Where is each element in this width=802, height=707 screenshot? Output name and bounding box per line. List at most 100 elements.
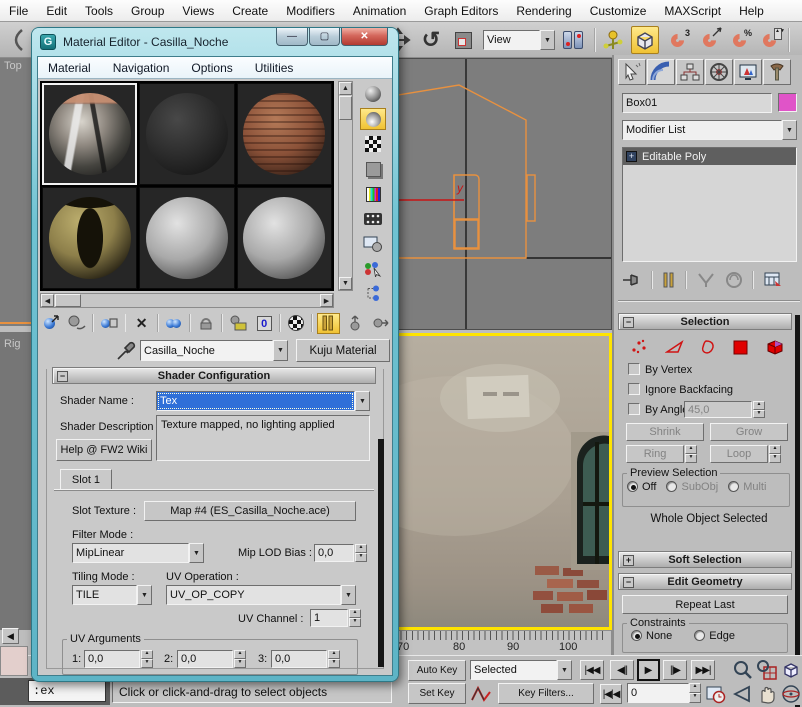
go-forward-to-sibling-icon[interactable]: [370, 313, 392, 334]
uv-arg2-spinner[interactable]: ▲▼: [234, 650, 246, 668]
selection-rollout-header[interactable]: − Selection: [618, 313, 792, 330]
shrink-button[interactable]: Shrink: [626, 423, 704, 441]
repeat-last-button[interactable]: Repeat Last: [622, 595, 788, 614]
material-editor-window[interactable]: G Material Editor - Casilla_Noche — ▢ ✕ …: [32, 28, 398, 681]
menu-animation[interactable]: Animation: [344, 4, 415, 18]
chevron-down-icon[interactable]: ▼: [355, 391, 370, 411]
make-material-copy-icon[interactable]: [163, 313, 185, 334]
percent-snap-toggle-icon[interactable]: %: [726, 27, 752, 53]
expand-icon[interactable]: +: [626, 151, 637, 162]
help-fw2-wiki-button[interactable]: Help @ FW2 Wiki: [56, 439, 152, 461]
object-color-swatch[interactable]: [778, 93, 797, 112]
modifier-stack[interactable]: + Editable Poly: [622, 147, 797, 262]
shader-configuration-rollout-header[interactable]: − Shader Configuration: [52, 367, 376, 384]
constraint-edge-radio[interactable]: Edge: [694, 630, 735, 642]
menu-maxscript[interactable]: MAXScript: [655, 4, 730, 18]
frame-spinner[interactable]: ▲▼: [689, 683, 701, 703]
vertex-mode-icon[interactable]: [630, 339, 650, 355]
constraint-none-radio[interactable]: None: [631, 630, 672, 642]
preview-off-radio[interactable]: Off: [627, 481, 656, 493]
zoom-extents-icon[interactable]: [780, 659, 802, 681]
show-end-result-stack-icon[interactable]: [662, 271, 676, 289]
pick-material-eyedropper-icon[interactable]: [116, 341, 136, 361]
field-of-view-icon[interactable]: [732, 683, 754, 705]
loop-button[interactable]: Loop: [710, 445, 768, 463]
maximize-button[interactable]: ▢: [309, 28, 340, 46]
tab-display[interactable]: [734, 59, 762, 85]
shader-name-dropdown[interactable]: Tex ▼: [156, 391, 370, 411]
video-color-check-icon[interactable]: [360, 183, 386, 205]
grow-button[interactable]: Grow: [710, 423, 788, 441]
material-editor-scrollbar[interactable]: [378, 439, 384, 667]
go-to-end-button[interactable]: ▶▶|: [691, 660, 715, 680]
material-sample-1[interactable]: [42, 83, 137, 185]
me-menu-options[interactable]: Options: [181, 61, 244, 75]
tiling-mode-dropdown[interactable]: TILE ▼: [72, 585, 152, 605]
panel-scrollbar[interactable]: [795, 315, 800, 707]
by-angle-checkbox[interactable]: [628, 403, 640, 415]
menu-customize[interactable]: Customize: [581, 4, 656, 18]
ignore-backfacing-row[interactable]: Ignore Backfacing: [628, 383, 733, 396]
ignore-backfacing-checkbox[interactable]: [628, 383, 640, 395]
put-material-to-scene-icon[interactable]: [66, 313, 88, 334]
assign-material-to-selection-icon[interactable]: [98, 313, 120, 334]
tab-utilities[interactable]: [763, 59, 791, 85]
uv-arg3-field[interactable]: 0,0: [271, 650, 327, 668]
viewport-top-strip[interactable]: Top: [0, 58, 32, 326]
material-sample-6[interactable]: [237, 187, 332, 289]
angle-snap-toggle-icon[interactable]: 3: [664, 27, 690, 53]
material-sample-4[interactable]: [42, 187, 137, 289]
menu-edit[interactable]: Edit: [37, 4, 76, 18]
auto-key-button[interactable]: Auto Key: [408, 660, 466, 681]
zoom-icon[interactable]: [732, 659, 754, 681]
uv-arg2-field[interactable]: 0,0: [177, 650, 233, 668]
go-to-start-button[interactable]: |◀◀: [580, 660, 604, 680]
soft-selection-rollout-header[interactable]: + Soft Selection: [618, 551, 792, 568]
material-sample-5[interactable]: [139, 187, 234, 289]
current-frame-field[interactable]: 0: [627, 683, 689, 703]
reset-map-icon[interactable]: ✕: [130, 313, 152, 334]
select-and-scale-icon[interactable]: [450, 27, 476, 53]
selection-set-dropdown[interactable]: Selected ▼: [470, 660, 572, 680]
tab-create[interactable]: [618, 59, 646, 85]
time-configuration-icon[interactable]: [706, 684, 726, 704]
loop-spinner[interactable]: ▲▼: [769, 445, 781, 463]
collapse-icon[interactable]: −: [623, 317, 634, 328]
palette-hscrollbar[interactable]: ◀ ▶: [40, 293, 334, 308]
slot-1-tab[interactable]: Slot 1: [60, 469, 112, 490]
use-pivot-point-center-icon[interactable]: [560, 27, 586, 53]
show-end-result-icon[interactable]: [317, 313, 339, 334]
material-id-channel-icon[interactable]: 0: [253, 313, 275, 334]
menu-rendering[interactable]: Rendering: [507, 4, 580, 18]
play-button[interactable]: ▶: [637, 659, 660, 681]
track-bar[interactable]: 70 80 90 100: [390, 630, 612, 657]
menu-modifiers[interactable]: Modifiers: [277, 4, 344, 18]
go-to-parent-icon[interactable]: [344, 313, 366, 334]
chevron-down-icon[interactable]: ▼: [540, 30, 555, 50]
chevron-down-icon[interactable]: ▼: [341, 585, 356, 605]
by-angle-field[interactable]: 45,0: [684, 401, 752, 418]
preview-multi-radio[interactable]: Multi: [728, 481, 766, 493]
select-and-rotate-icon[interactable]: ↺: [418, 27, 444, 53]
pin-stack-icon[interactable]: [622, 271, 642, 289]
uv-operation-dropdown[interactable]: UV_OP_COPY ▼: [166, 585, 356, 605]
make-preview-icon[interactable]: [360, 208, 386, 230]
mip-lod-bias-field[interactable]: 0,0: [314, 544, 354, 562]
make-unique-icon[interactable]: [195, 313, 217, 334]
reference-coordinate-dropdown[interactable]: View ▼: [483, 30, 555, 50]
menu-help[interactable]: Help: [730, 4, 773, 18]
chevron-down-icon[interactable]: ▼: [557, 660, 572, 680]
material-name-dropdown[interactable]: Casilla_Noche ▼: [140, 340, 288, 361]
slot-texture-map-button[interactable]: Map #4 (ES_Casilla_Noche.ace): [144, 501, 356, 521]
set-key-button[interactable]: Set Key: [408, 683, 466, 704]
snaps-toggle-icon[interactable]: [631, 26, 659, 54]
me-menu-material[interactable]: Material: [38, 61, 103, 75]
material-sample-2[interactable]: [139, 83, 234, 185]
ring-spinner[interactable]: ▲▼: [685, 445, 697, 463]
remove-modifier-icon[interactable]: [725, 271, 743, 289]
tab-motion[interactable]: [705, 59, 733, 85]
edge-mode-icon[interactable]: [665, 339, 685, 355]
element-mode-icon[interactable]: [764, 338, 786, 356]
uv-channel-field[interactable]: 1: [310, 609, 348, 627]
chevron-down-icon[interactable]: ▼: [273, 340, 288, 361]
